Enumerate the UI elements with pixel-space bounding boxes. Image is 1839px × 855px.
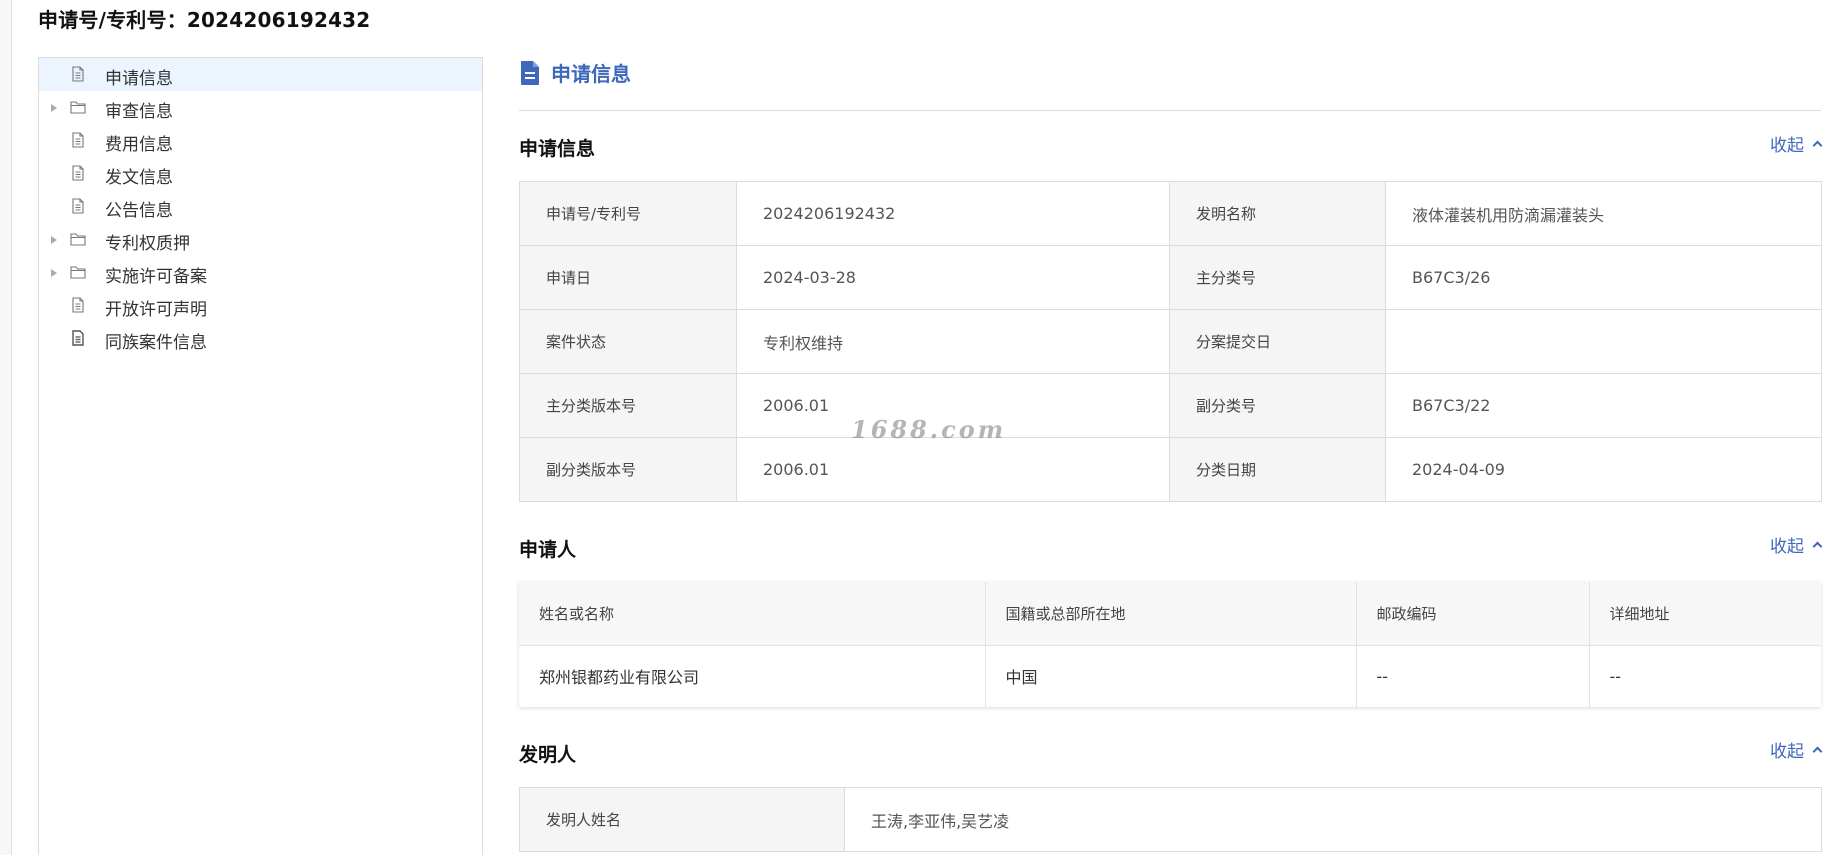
inventor-collapse-button[interactable]: 收起 xyxy=(1770,737,1823,762)
sidebar-item[interactable]: 专利权质押 xyxy=(39,223,482,256)
sidebar-item[interactable]: 公告信息 xyxy=(39,190,482,223)
page-title: 申请号/专利号：2024206192432 xyxy=(38,8,371,32)
table-cell: -- xyxy=(1356,645,1590,707)
field-label: 副分类版本号 xyxy=(519,437,737,502)
sidebar-item-label: 实施许可备案 xyxy=(105,267,207,287)
field-value: B67C3/22 xyxy=(1385,373,1822,438)
field-value: 液体灌装机用防滴漏灌装头 xyxy=(1385,181,1822,246)
collapse-label: 收起 xyxy=(1770,742,1804,762)
table-row: 申请日 2024-03-28 主分类号 B67C3/26 xyxy=(519,245,1822,310)
sidebar-item[interactable]: 费用信息 xyxy=(39,124,482,157)
column-header: 详细地址 xyxy=(1589,582,1821,646)
sidebar-item[interactable]: 实施许可备案 xyxy=(39,256,482,289)
inventor-name-value: 王涛,李亚伟,吴艺凌 xyxy=(844,787,1822,852)
section-title: 申请信息 xyxy=(551,62,631,86)
collapse-label: 收起 xyxy=(1770,136,1804,156)
expand-arrow-icon[interactable] xyxy=(51,269,57,277)
table-row: 副分类版本号 2006.01 分类日期 2024-04-09 xyxy=(519,437,1822,502)
table-cell: -- xyxy=(1609,666,1622,686)
table-row: 案件状态 专利权维持 分案提交日 xyxy=(519,309,1822,374)
table-row: 申请号/专利号 2024206192432 发明名称 液体灌装机用防滴漏灌装头 xyxy=(519,181,1822,246)
table-cell: 郑州银都药业有限公司 xyxy=(519,645,986,707)
column-header: 国籍或总部所在地 xyxy=(985,582,1357,646)
sidebar-item[interactable]: 开放许可声明 xyxy=(39,289,482,322)
table-row: 主分类版本号 2006.01 副分类号 B67C3/22 xyxy=(519,373,1822,438)
field-value: 2024-03-28 xyxy=(736,245,1170,310)
left-edge-strip xyxy=(0,0,12,855)
sidebar-tree: 申请信息审查信息费用信息发文信息公告信息专利权质押实施许可备案 开放许可声明 同族案… xyxy=(38,57,483,855)
field-label: 分案提交日 xyxy=(1169,309,1386,374)
field-value: 2024-04-09 xyxy=(1385,437,1822,502)
inventor-table: 发明人姓名 王涛,李亚伟,吴艺凌 xyxy=(519,787,1822,852)
field-label: 发明名称 xyxy=(1169,181,1386,246)
sidebar-item-label: 同族案件信息 xyxy=(105,333,207,353)
applicant-table: 姓名或名称 国籍或总部所在地 邮政编码 详细地址 郑州银都药业有限公司 中国 -- -- xyxy=(519,582,1821,707)
sidebar-item-label: 审查信息 xyxy=(105,102,173,122)
field-value: B67C3/26 xyxy=(1385,245,1822,310)
applicant-collapse-button[interactable]: 收起 xyxy=(1770,532,1823,557)
chevron-up-icon xyxy=(1812,140,1823,151)
sidebar-item[interactable]: 审查信息 xyxy=(39,91,482,124)
sidebar-item[interactable]: 发文信息 xyxy=(39,157,482,190)
app-info-table: 申请号/专利号 2024206192432 发明名称 液体灌装机用防滴漏灌装头 申请日 2… xyxy=(519,181,1822,502)
document-icon xyxy=(521,60,539,85)
sidebar-item[interactable]: 申请信息 xyxy=(39,58,482,91)
sidebar-item[interactable]: 同族案件信息 xyxy=(39,322,482,355)
sidebar-item-label: 公告信息 xyxy=(105,201,173,221)
sidebar-item-label: 申请信息 xyxy=(105,69,173,89)
field-value: 专利权维持 xyxy=(736,309,1170,374)
chevron-up-icon xyxy=(1812,541,1823,552)
column-header: 邮政编码 xyxy=(1356,582,1590,646)
table-row: 发明人姓名 王涛,李亚伟,吴艺凌 xyxy=(519,787,1822,852)
watermark: 1688.com xyxy=(851,415,1007,444)
inventor-title: 发明人 xyxy=(519,744,577,766)
inventor-name-label: 发明人姓名 xyxy=(519,787,845,852)
app-info-title: 申请信息 xyxy=(519,138,596,160)
sidebar-item-label: 费用信息 xyxy=(105,135,173,155)
column-header: 姓名或名称 xyxy=(519,582,986,646)
field-value: 2024206192432 xyxy=(736,181,1170,246)
expand-arrow-icon[interactable] xyxy=(51,104,57,112)
field-label: 主分类号 xyxy=(1169,245,1386,310)
field-value xyxy=(1385,309,1822,374)
sidebar-item-label: 专利权质押 xyxy=(105,234,190,254)
sidebar-item-label: 发文信息 xyxy=(105,168,173,188)
sidebar-item-label: 开放许可声明 xyxy=(105,300,207,320)
table-cell: 中国 xyxy=(985,645,1357,707)
expand-arrow-icon[interactable] xyxy=(51,236,57,244)
field-label: 申请日 xyxy=(519,245,737,310)
chevron-up-icon xyxy=(1812,746,1823,757)
field-label: 申请号/专利号 xyxy=(519,181,737,246)
table-row: 郑州银都药业有限公司 中国 -- -- xyxy=(519,645,1821,707)
divider xyxy=(519,110,1821,111)
section-header: 申请信息 xyxy=(519,58,631,87)
collapse-label: 收起 xyxy=(1770,537,1804,557)
field-value: 2006.01 xyxy=(736,437,1170,502)
field-label: 案件状态 xyxy=(519,309,737,374)
field-label: 主分类版本号 xyxy=(519,373,737,438)
field-label: 副分类号 xyxy=(1169,373,1386,438)
main-content: 申请信息 申请信息 收起 申请号/专利号 2024206192432 发明名称 液体灌… xyxy=(519,0,1823,855)
app-info-collapse-button[interactable]: 收起 xyxy=(1770,131,1823,156)
applicant-title: 申请人 xyxy=(519,539,577,561)
field-label: 分类日期 xyxy=(1169,437,1386,502)
